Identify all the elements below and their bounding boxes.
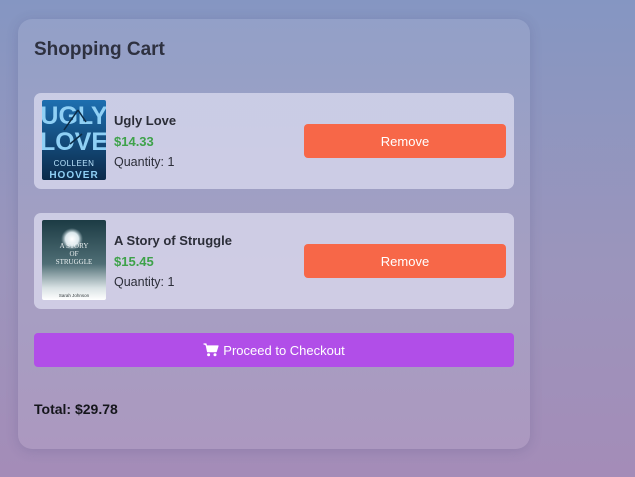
cover-author-first: COLLEEN	[54, 159, 95, 168]
proceed-to-checkout-button[interactable]: Proceed to Checkout	[34, 333, 514, 367]
item-quantity: Quantity: 1	[114, 155, 175, 169]
cover-title-line1: A STORY	[60, 242, 89, 250]
item-price: $14.33	[114, 134, 154, 149]
cover-title-line2: LOVE	[42, 128, 106, 156]
remove-button[interactable]: Remove	[304, 244, 506, 278]
cover-author: Sarah Johnson	[59, 293, 90, 298]
cart-item: UGLY LOVE COLLEEN HOOVER Ugly Love $14.3…	[34, 93, 514, 189]
cover-title-line3: STRUGGLE	[56, 258, 93, 266]
shopping-cart-panel: Shopping Cart UGLY LOVE COLLEEN HOOVER U…	[18, 19, 530, 449]
cart-title: Shopping Cart	[34, 39, 165, 60]
checkout-label: Proceed to Checkout	[223, 342, 345, 358]
item-name: Ugly Love	[114, 113, 177, 128]
item-name: A Story of Struggle	[114, 233, 232, 248]
shopping-cart-icon	[203, 343, 219, 357]
item-price: $15.45	[114, 254, 154, 269]
item-quantity: Quantity: 1	[114, 275, 175, 289]
cover-author-last: HOOVER	[49, 170, 98, 180]
book-cover-image: UGLY LOVE COLLEEN HOOVER	[42, 100, 106, 180]
cart-item: A STORY OF STRUGGLE Sarah Johnson A Stor…	[34, 213, 514, 309]
remove-button[interactable]: Remove	[304, 124, 506, 158]
cart-total: Total: $29.78	[34, 401, 118, 417]
cover-title-line2: OF	[70, 250, 79, 258]
book-cover-image: A STORY OF STRUGGLE Sarah Johnson	[42, 220, 106, 300]
